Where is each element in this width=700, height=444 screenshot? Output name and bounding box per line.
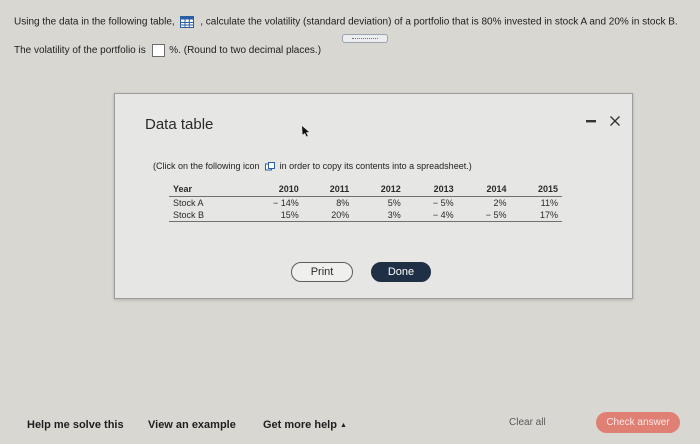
answer-prefix: The volatility of the portfolio is (14, 45, 146, 56)
table-cell: 2% (493, 198, 507, 208)
question-prefix: Using the data in the following table, (14, 16, 175, 28)
table-cell: 8% (336, 198, 350, 208)
copy-instructions-prefix: (Click on the following icon (153, 161, 260, 171)
table-row: Stock B 15% 20% 3% − 4% − 5% 17% (169, 209, 562, 222)
answer-line: The volatility of the portfolio is %. (R… (14, 44, 321, 57)
footer-bar: Help me solve this View an example Get m… (0, 407, 700, 444)
copy-instructions-suffix: in order to copy its contents into a spr… (279, 161, 472, 171)
caret-up-icon: ▲ (339, 421, 347, 429)
table-cell: 11% (540, 198, 558, 208)
table-cell: − 14% (272, 198, 299, 208)
table-row: Stock A − 14% 8% 5% − 5% 2% 11% (169, 197, 562, 210)
help-me-solve-this-link[interactable]: Help me solve this (27, 419, 124, 431)
check-answer-button[interactable]: Check answer (596, 412, 680, 433)
copy-instructions: (Click on the following icon in order to… (153, 161, 472, 171)
panel-resize-handle[interactable] (342, 34, 388, 43)
table-header-row: Year 2010 2011 2012 2013 2014 2015 (169, 182, 562, 197)
question-page: Using the data in the following table, ,… (0, 0, 700, 444)
view-an-example-link[interactable]: View an example (148, 419, 236, 431)
header-cell: 2012 (353, 182, 405, 197)
done-button[interactable]: Done (371, 262, 431, 282)
table-cell: 3% (353, 209, 405, 222)
header-cell: 2014 (457, 182, 511, 197)
header-cell: 2011 (302, 182, 354, 197)
table-cell: 15% (240, 209, 303, 222)
header-cell: 2015 (510, 182, 562, 197)
dialog-controls (578, 112, 622, 130)
dialog-title: Data table (145, 116, 214, 133)
returns-table: Year 2010 2011 2012 2013 2014 2015 Stock… (169, 182, 562, 222)
header-cell: 2010 (240, 182, 303, 197)
table-cell: 5% (387, 198, 401, 208)
question-text: Using the data in the following table, ,… (14, 16, 684, 28)
minimize-icon[interactable] (584, 114, 598, 128)
table-cell: Stock A (173, 198, 204, 208)
question-suffix: , calculate the volatility (standard dev… (200, 16, 678, 28)
get-more-help-label: Get more help (263, 419, 337, 431)
volatility-answer-input[interactable] (151, 44, 165, 57)
print-button[interactable]: Print (291, 262, 353, 282)
header-cell: Year (169, 182, 241, 197)
clear-all-button[interactable]: Clear all (509, 417, 546, 428)
answer-suffix: %. (Round to two decimal places.) (169, 45, 322, 56)
table-cell: Stock B (169, 209, 241, 222)
table-grid-icon[interactable] (180, 16, 195, 28)
table-cell: − 4% (404, 209, 458, 222)
close-icon[interactable] (608, 114, 622, 128)
table-cell: 17% (510, 209, 562, 222)
copy-icon[interactable] (265, 162, 276, 171)
header-cell: 2013 (404, 182, 458, 197)
table-cell: 20% (302, 209, 354, 222)
table-cell: − 5% (457, 209, 511, 222)
table-cell: − 5% (432, 198, 454, 208)
get-more-help-link[interactable]: Get more help ▲ (263, 419, 347, 431)
data-table-dialog: Data table (Click on the following icon (114, 93, 633, 299)
mouse-pointer-icon (302, 126, 309, 137)
